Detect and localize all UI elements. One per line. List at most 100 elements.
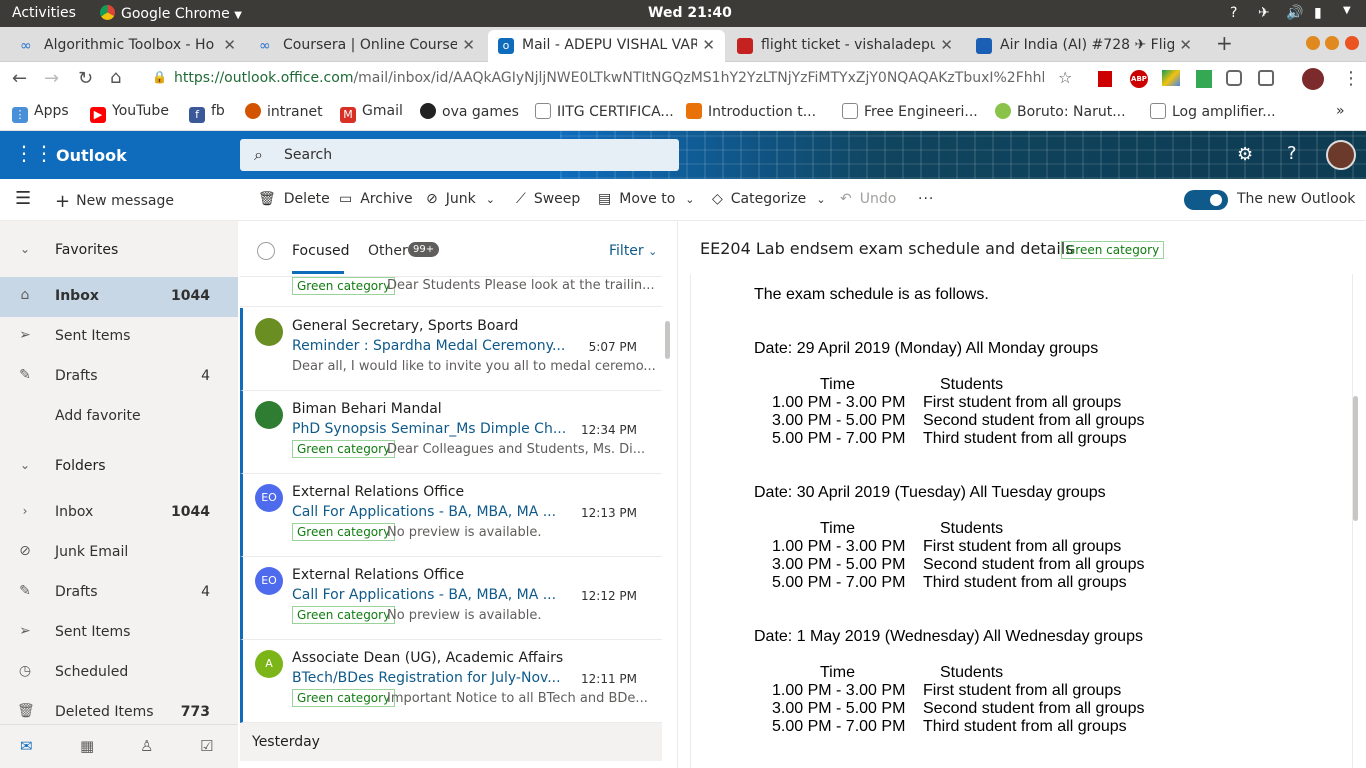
list-item[interactable]: A Associate Dean (UG), Academic Affairs … (240, 640, 662, 723)
app-launcher-icon[interactable]: ⋮⋮ (14, 143, 54, 163)
browser-tab-active[interactable]: o Mail - ADEPU VISHAL VAR ✕ (488, 30, 725, 62)
search-input[interactable]: Search (284, 147, 332, 163)
pocket-icon[interactable] (1226, 70, 1242, 86)
extension-icon[interactable] (1258, 70, 1274, 86)
archive-button[interactable]: ▭ Archive (339, 191, 413, 207)
bookmark-log-amplifier[interactable]: Log amplifier... (1150, 103, 1276, 120)
junk-button[interactable]: ⊘ Junk ⌄ (426, 191, 495, 207)
more-bookmarks-icon[interactable]: » (1336, 103, 1345, 119)
fav-sent-items[interactable]: ➢ Sent Items (0, 317, 238, 357)
user-avatar[interactable] (1326, 140, 1356, 170)
reload-icon[interactable]: ↻ (78, 68, 93, 89)
close-tab-icon[interactable]: ✕ (702, 36, 715, 54)
lock-icon[interactable]: 🔒 (152, 70, 167, 84)
back-icon[interactable]: ← (12, 68, 27, 89)
bookmark-introduction[interactable]: Introduction t... (686, 103, 816, 120)
hamburger-menu-icon[interactable]: ☰ (15, 188, 31, 209)
calendar-icon[interactable]: ▦ (80, 737, 94, 755)
bookmark-intranet[interactable]: intranet (245, 103, 323, 120)
folder-junk-email[interactable]: ⊘ Junk Email (0, 533, 238, 573)
reading-scrollbar[interactable] (1353, 396, 1358, 521)
maximize-window-icon[interactable] (1325, 36, 1339, 50)
people-icon[interactable]: ♙ (140, 737, 153, 755)
new-outlook-toggle[interactable] (1184, 190, 1228, 210)
chrome-menu-icon[interactable]: ⋮ (1342, 68, 1360, 89)
airplane-mode-icon[interactable]: ✈ (1258, 5, 1270, 21)
category-tag[interactable]: Green category (1061, 241, 1165, 259)
profile-avatar[interactable] (1302, 68, 1324, 90)
mail-icon[interactable]: ✉ (20, 737, 33, 755)
list-item-partial[interactable]: Green category Dear Students Please look… (240, 277, 662, 307)
extension-download-icon[interactable] (1196, 70, 1212, 88)
home-icon[interactable]: ⌂ (110, 67, 121, 88)
browser-tab[interactable]: flight ticket - vishaladepu ✕ (727, 30, 963, 62)
forward-icon[interactable]: → (44, 68, 59, 89)
chevron-down-icon[interactable]: ⌄ (816, 193, 825, 206)
bookmark-fb[interactable]: f fb (189, 103, 225, 123)
sweep-button[interactable]: ⟋ Sweep (516, 191, 580, 207)
folder-deleted-items[interactable]: 🗑 Deleted Items 773 (0, 693, 238, 723)
more-actions-icon[interactable]: ··· (918, 191, 934, 207)
chevron-down-icon[interactable]: ⌄ (486, 193, 495, 206)
tab-other[interactable]: Other (368, 243, 408, 259)
select-all-checkbox[interactable] (257, 242, 275, 260)
list-scrollbar[interactable] (665, 321, 670, 359)
folders-header[interactable]: ⌄ Folders (0, 447, 238, 487)
browser-tab[interactable]: ∞ Algorithmic Toolbox - Ho ✕ (10, 30, 246, 62)
new-message-button[interactable]: + New message (55, 191, 174, 212)
settings-gear-icon[interactable]: ⚙ (1237, 144, 1253, 165)
system-menu-icon[interactable]: ▼ (1343, 5, 1351, 16)
help-icon[interactable]: ? (1287, 143, 1297, 164)
search-box[interactable]: ⌕ Search (240, 139, 679, 171)
folder-scheduled[interactable]: ◷ Scheduled (0, 653, 238, 693)
list-item[interactable]: EO External Relations Office Call For Ap… (240, 557, 662, 640)
clock[interactable]: Wed 21:40 (648, 5, 732, 21)
bookmark-gmail[interactable]: M Gmail (340, 103, 403, 123)
filter-button[interactable]: Filter ⌄ (609, 243, 657, 259)
url-field[interactable]: 🔒 https://outlook.office.com/mail/inbox/… (144, 65, 1088, 93)
add-favorite[interactable]: Add favorite (0, 397, 238, 437)
fav-inbox[interactable]: ⌂ Inbox 1044 (0, 277, 238, 317)
fav-drafts[interactable]: ✎ Drafts 4 (0, 357, 238, 397)
chevron-down-icon[interactable]: ⌄ (685, 193, 694, 206)
app-menu[interactable]: Google Chrome ▼ (100, 5, 242, 22)
close-tab-icon[interactable]: ✕ (223, 36, 236, 54)
close-tab-icon[interactable]: ✕ (1179, 36, 1192, 54)
close-tab-icon[interactable]: ✕ (940, 36, 953, 54)
app-name[interactable]: Outlook (56, 146, 127, 165)
list-item[interactable]: EO External Relations Office Call For Ap… (240, 474, 662, 557)
delete-button[interactable]: 🗑 Delete (258, 191, 330, 207)
chevron-right-icon[interactable]: › (17, 503, 33, 519)
bookmark-ova-games[interactable]: ova games (420, 103, 519, 120)
undo-button[interactable]: ↶ Undo (840, 191, 896, 207)
new-tab-icon[interactable]: + (1216, 31, 1233, 55)
browser-tab[interactable]: ∞ Coursera | Online Courses ✕ (249, 30, 485, 62)
close-tab-icon[interactable]: ✕ (462, 36, 475, 54)
categorize-button[interactable]: ◇ Categorize ⌄ (712, 191, 826, 207)
browser-tab[interactable]: Air India (AI) #728 ✈ Fligh ✕ (966, 30, 1202, 62)
adblock-icon[interactable]: ABP (1130, 70, 1148, 88)
bookmark-apps[interactable]: ⋮ Apps (12, 103, 69, 123)
folder-inbox[interactable]: › Inbox 1044 (0, 493, 238, 533)
drive-icon[interactable] (1162, 70, 1180, 86)
folder-drafts[interactable]: ✎ Drafts 4 (0, 573, 238, 613)
favorites-header[interactable]: ⌄ Favorites (0, 231, 238, 271)
activities-button[interactable]: Activities (12, 5, 76, 21)
battery-icon[interactable]: ▮ (1314, 5, 1322, 21)
bookmark-youtube[interactable]: ▶ YouTube (90, 103, 169, 123)
list-item[interactable]: General Secretary, Sports Board Reminder… (240, 308, 662, 391)
volume-icon[interactable]: 🔊 (1286, 5, 1303, 21)
bookmark-free-engineering[interactable]: Free Engineeri... (842, 103, 978, 120)
folder-sent-items[interactable]: ➢ Sent Items (0, 613, 238, 653)
tasks-icon[interactable]: ☑ (200, 737, 213, 755)
close-window-icon[interactable] (1345, 36, 1359, 50)
extension-icon[interactable] (1098, 71, 1112, 87)
tab-focused[interactable]: Focused (292, 243, 349, 259)
minimize-window-icon[interactable] (1306, 36, 1320, 50)
move-to-button[interactable]: ▤ Move to ⌄ (598, 191, 695, 207)
list-item[interactable]: Biman Behari Mandal PhD Synopsis Seminar… (240, 391, 662, 474)
accessibility-icon[interactable]: ? (1230, 5, 1237, 21)
bookmark-iitg[interactable]: IITG CERTIFICA... (535, 103, 674, 120)
bookmark-boruto[interactable]: Boruto: Narut... (995, 103, 1126, 120)
bookmark-star-icon[interactable]: ☆ (1058, 68, 1072, 87)
